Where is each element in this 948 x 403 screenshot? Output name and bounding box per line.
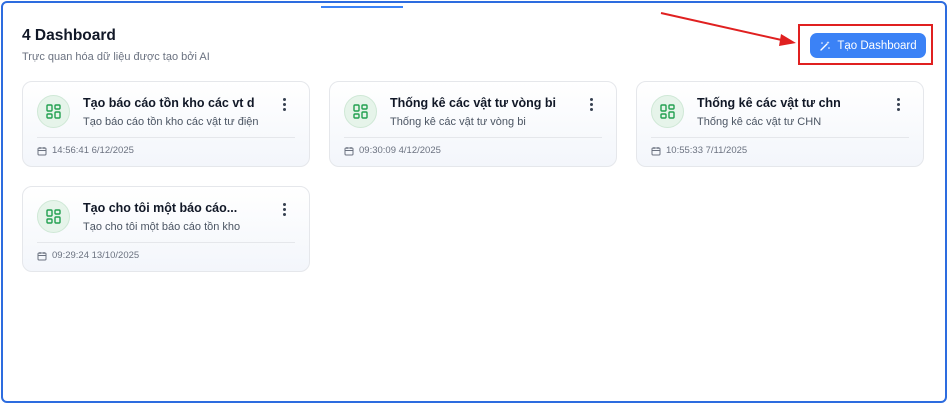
- calendar-icon: [344, 146, 354, 155]
- card-title: Tạo cho tôi một báo cáo...: [83, 201, 238, 215]
- card-divider: [37, 137, 295, 138]
- card-description: Tạo báo cáo tồn kho các vật tư điện: [83, 116, 259, 128]
- card-timestamp-text: 10:55:33 7/11/2025: [666, 145, 748, 156]
- card-timestamp-text: 14:56:41 6/12/2025: [52, 145, 134, 156]
- card-title: Thống kê các vật tư vòng bi: [390, 96, 557, 110]
- card-divider: [344, 137, 602, 138]
- card-description: Thống kê các vật tư CHN: [697, 116, 822, 128]
- card-timestamp: 09:29:24 13/10/2025: [37, 250, 139, 261]
- card-description: Tạo cho tôi một báo cáo tồn kho: [83, 221, 241, 233]
- more-vertical-icon[interactable]: [279, 96, 289, 112]
- calendar-icon: [37, 251, 47, 260]
- magic-wand-icon: [820, 40, 831, 51]
- calendar-icon: [37, 146, 47, 155]
- card-timestamp-text: 09:30:09 4/12/2025: [359, 145, 441, 156]
- calendar-icon: [651, 146, 661, 155]
- dashboard-card[interactable]: Tạo báo cáo tồn kho các vt d Tạo báo cáo…: [22, 81, 310, 167]
- dashboard-grid-icon: [344, 95, 377, 128]
- card-timestamp-text: 09:29:24 13/10/2025: [52, 250, 140, 261]
- more-vertical-icon[interactable]: [586, 96, 596, 112]
- dashboard-card[interactable]: Thống kê các vật tư vòng bi Thống kê các…: [329, 81, 617, 167]
- card-title: Tạo báo cáo tồn kho các vt d: [83, 96, 255, 110]
- card-title: Thống kê các vật tư chn: [697, 96, 841, 110]
- create-dashboard-button[interactable]: Tạo Dashboard: [810, 33, 926, 58]
- card-divider: [651, 137, 909, 138]
- dashboard-grid-icon: [37, 200, 70, 233]
- more-vertical-icon[interactable]: [279, 201, 289, 217]
- create-dashboard-label: Tạo Dashboard: [837, 39, 917, 52]
- card-divider: [37, 242, 295, 243]
- dashboard-card[interactable]: Thống kê các vật tư chn Thống kê các vật…: [636, 81, 924, 167]
- more-vertical-icon[interactable]: [893, 96, 903, 112]
- card-timestamp: 09:30:09 4/12/2025: [344, 145, 441, 156]
- dashboard-grid-icon: [37, 95, 70, 128]
- card-timestamp: 14:56:41 6/12/2025: [37, 145, 134, 156]
- dashboard-grid-icon: [651, 95, 684, 128]
- dashboard-card[interactable]: Tạo cho tôi một báo cáo... Tạo cho tôi m…: [22, 186, 310, 272]
- card-timestamp: 10:55:33 7/11/2025: [651, 145, 747, 156]
- card-description: Thống kê các vật tư vòng bi: [390, 116, 526, 128]
